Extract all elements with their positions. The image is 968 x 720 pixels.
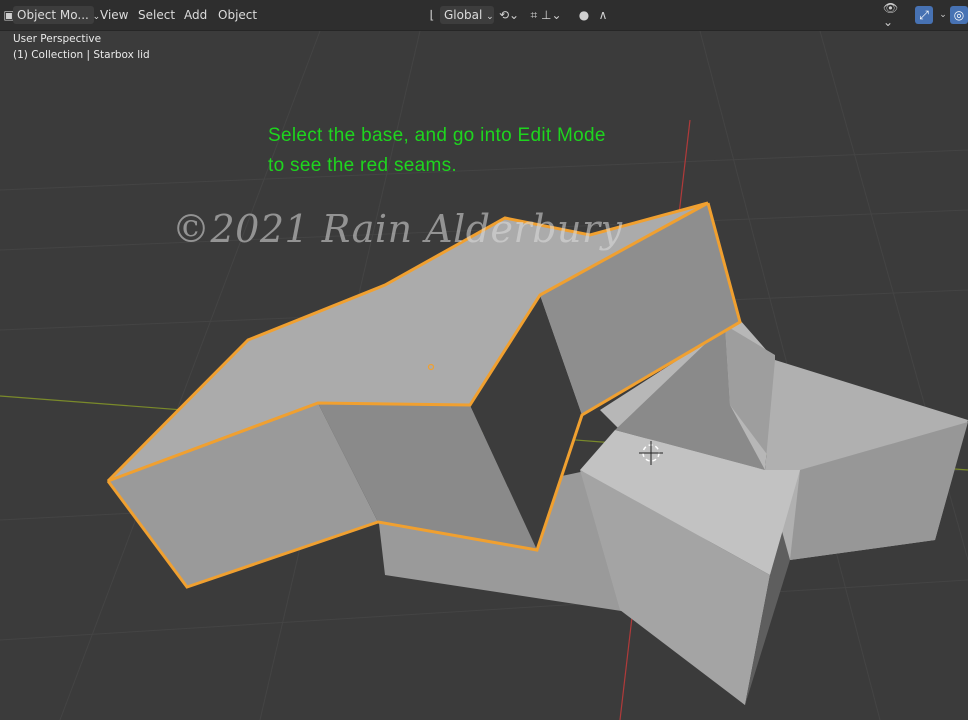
mode-select-label: Object Mo...	[17, 8, 89, 22]
caption-line-1: Select the base, and go into Edit Mode	[268, 125, 606, 146]
overlay-icon[interactable]: ◎	[950, 6, 968, 24]
snap-icon[interactable]: ⌗ ⊥⌄	[525, 6, 567, 24]
gizmo-icon[interactable]: ⤢	[915, 6, 933, 24]
menu-select[interactable]: Select	[134, 6, 179, 24]
falloff-icon[interactable]: ∧	[594, 6, 612, 24]
watermark-text: ©2021 Rain Alderbury	[172, 207, 623, 251]
3d-viewport[interactable]: User Perspective (1) Collection | Starbo…	[0, 31, 968, 720]
orientation-icon[interactable]: ⌊	[423, 6, 441, 24]
perspective-label: User Perspective	[13, 33, 102, 45]
menu-view[interactable]: View	[96, 6, 132, 24]
proportional-edit-icon[interactable]: ●	[575, 6, 593, 24]
visibility-icon[interactable]: 👁⌄	[883, 1, 907, 29]
menu-add[interactable]: Add	[180, 6, 211, 24]
transform-orientation-label: Global	[444, 8, 483, 22]
mode-select-dropdown[interactable]: Object Mo... ⌄	[13, 6, 100, 24]
transform-orientation-dropdown[interactable]: Global ⌄	[440, 6, 494, 24]
caption-line-2: to see the red seams.	[268, 155, 458, 176]
chevron-down-icon: ⌄	[486, 12, 494, 22]
menu-object[interactable]: Object	[214, 6, 261, 24]
viewport-header: ▣ Object Mo... ⌄ View Select Add Object …	[0, 0, 968, 31]
pivot-icon[interactable]: ⟲⌄	[497, 6, 521, 24]
collection-label: (1) Collection | Starbox lid	[13, 49, 150, 61]
tutorial-caption: Select the base, and go into Edit Mode t…	[268, 121, 708, 181]
